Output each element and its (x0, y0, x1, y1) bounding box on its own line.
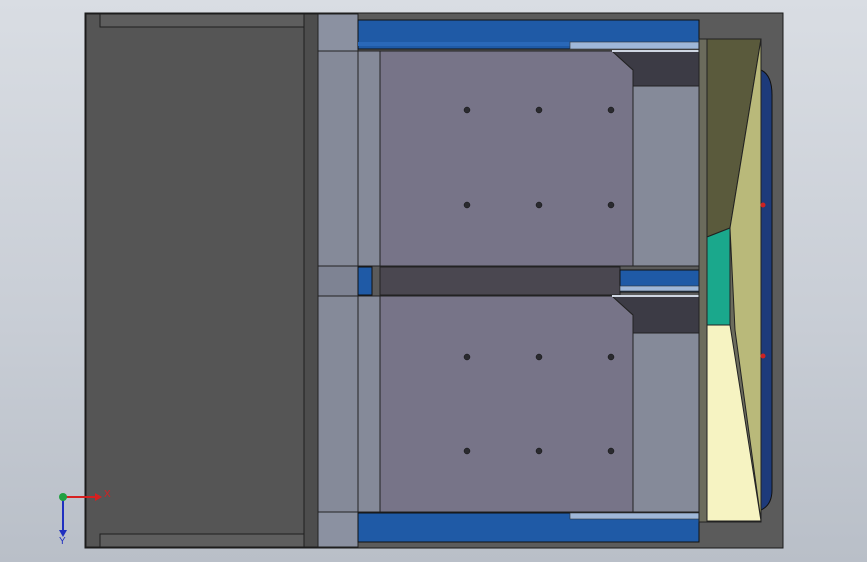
steel-column-bottom-cap (317, 511, 359, 548)
bolt-hole (535, 201, 543, 209)
bolt-hole (607, 353, 615, 361)
bolt-hole (463, 106, 471, 114)
model-canvas[interactable]: X Y (0, 0, 867, 562)
middle-rail-slot (619, 285, 700, 292)
bottom-rail-slot (569, 512, 700, 520)
x-axis-label: X (104, 489, 111, 500)
bolt-hole (607, 201, 615, 209)
y-axis-label: Y (59, 536, 66, 547)
bolt-hole (607, 106, 615, 114)
bolt-hole (535, 353, 543, 361)
upper-right-block[interactable] (632, 85, 700, 267)
red-marker (760, 353, 766, 359)
bolt-hole (535, 447, 543, 455)
red-marker (760, 202, 766, 208)
lower-main-plate[interactable] (379, 295, 634, 513)
lower-right-block[interactable] (632, 332, 700, 513)
middle-dark-bar[interactable] (379, 266, 621, 296)
bolt-hole (463, 353, 471, 361)
lower-side-plate[interactable] (357, 295, 381, 513)
origin-dot (59, 493, 67, 501)
middle-blue-clip (357, 266, 373, 296)
top-rail-slot (569, 41, 700, 50)
upper-side-plate[interactable] (357, 50, 381, 267)
upper-main-plate[interactable] (379, 50, 634, 267)
navy-side-panel[interactable] (760, 69, 773, 511)
steel-column-top-cap (317, 13, 359, 52)
left-panel[interactable] (85, 13, 305, 548)
divider-strip (303, 13, 319, 548)
left-panel-top-lip (99, 13, 305, 28)
bolt-hole (463, 201, 471, 209)
left-panel-bottom-lip (99, 533, 305, 548)
steel-column-mid (317, 265, 359, 297)
cad-viewport[interactable]: X Y (0, 0, 867, 562)
bolt-hole (535, 106, 543, 114)
teal-block (706, 227, 731, 326)
bolt-hole (463, 447, 471, 455)
bolt-hole (607, 447, 615, 455)
